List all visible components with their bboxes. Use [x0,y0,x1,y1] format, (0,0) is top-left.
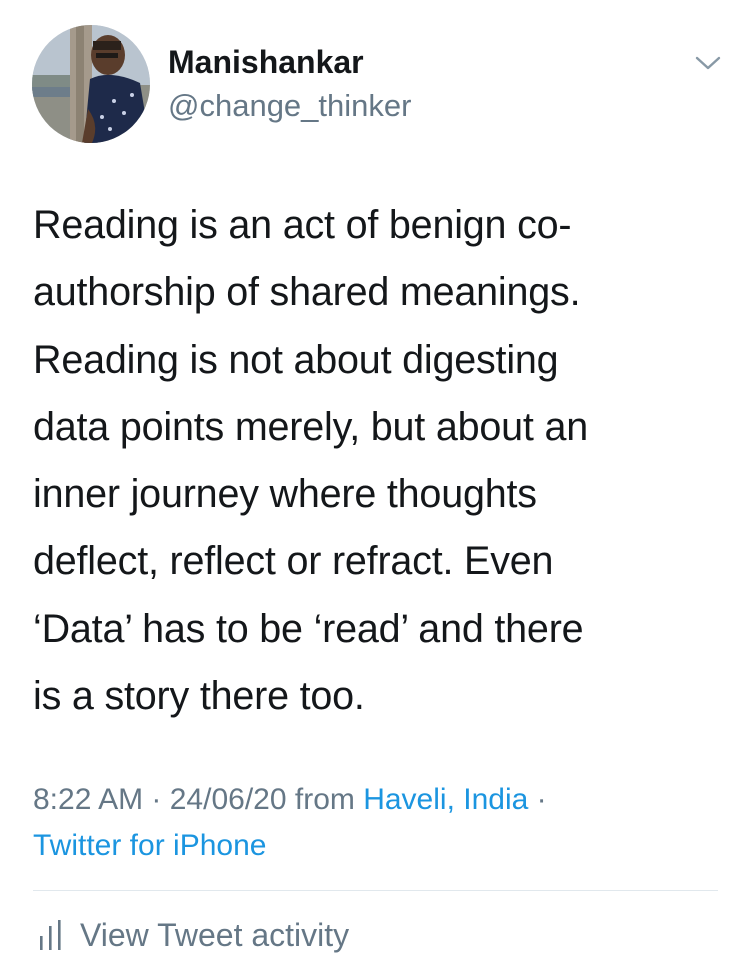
activity-label: View Tweet activity [80,917,350,953]
author-name[interactable]: Manishankar [168,44,364,80]
from-label: from [286,783,364,816]
tweet-date: 24/06/20 [169,783,287,816]
tweet-meta: 8:22 AM · 24/06/20 from Haveli, India · … [33,777,723,869]
author-handle[interactable]: @change_thinker [168,88,411,124]
meta-separator: · [143,783,170,816]
view-tweet-activity-button[interactable]: View Tweet activity [33,912,349,958]
avatar[interactable] [32,25,150,143]
tweet-time: 8:22 AM [33,783,144,816]
meta-separator-2: · [528,783,547,816]
bar-chart-icon [40,920,61,950]
divider [33,890,718,891]
chevron-down-icon[interactable] [694,51,722,75]
source-link[interactable]: Twitter for iPhone [33,829,266,862]
location-link[interactable]: Haveli, India [363,783,528,816]
tweet-text: Reading is an act of benign co- authorsh… [33,203,589,719]
tweet-card: Manishankar @change_thinker Reading is a… [0,0,750,972]
